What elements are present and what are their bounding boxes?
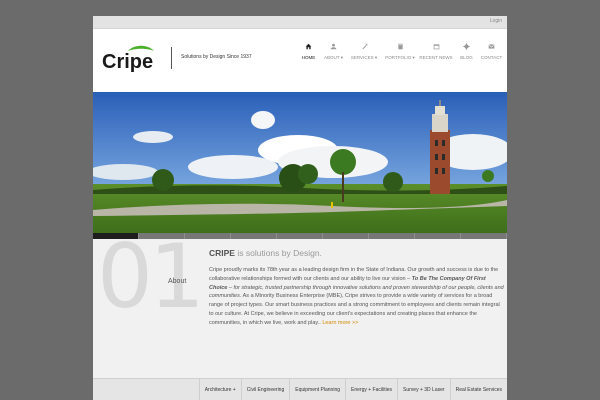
- about-title: CRIPE is solutions by Design.: [209, 248, 322, 258]
- service-survey-laser[interactable]: Survey + 3D Laser: [397, 379, 450, 400]
- about-title-rest: is solutions by Design.: [234, 248, 322, 258]
- nav-about-label: ABOUT: [324, 55, 340, 60]
- book-icon: [383, 43, 417, 52]
- hero-panorama-image: [93, 92, 507, 233]
- gear-icon: [455, 43, 478, 52]
- cripe-logo-mark: Cripe: [102, 45, 154, 73]
- learn-more-link[interactable]: Learn more >>: [322, 320, 358, 326]
- tools-icon: [347, 43, 381, 52]
- nav-recent-news-label: RECENT NEWS: [419, 55, 453, 60]
- page-container: Login Cripe Solutions by Design Since 19…: [93, 16, 507, 400]
- service-architecture[interactable]: Architecture +: [198, 379, 241, 400]
- chevron-down-icon: ▾: [411, 55, 415, 60]
- service-energy-facilities[interactable]: Energy + Facilities: [345, 379, 397, 400]
- mail-icon: [480, 43, 503, 52]
- nav-portfolio-label: PORTFOLIO: [385, 55, 412, 60]
- nav-home[interactable]: HOME: [297, 43, 320, 61]
- nav-about[interactable]: ABOUT ▾: [322, 43, 345, 61]
- nav-contact[interactable]: CONTACT: [480, 43, 503, 61]
- nav-home-label: HOME: [301, 55, 316, 60]
- service-civil-engineering[interactable]: Civil Engineering: [240, 379, 290, 400]
- cripe-logo[interactable]: Cripe: [102, 43, 162, 75]
- login-link[interactable]: Login: [490, 18, 502, 24]
- logo-text: Cripe: [102, 51, 153, 73]
- services-list: Architecture + Civil Engineering Equipme…: [198, 379, 507, 400]
- services-bar: Architecture + Civil Engineering Equipme…: [93, 378, 507, 400]
- about-section: 01 About CRIPE is solutions by Design. C…: [93, 233, 507, 379]
- service-real-estate[interactable]: Real Estate Services: [449, 379, 507, 400]
- about-body: Cripe proudly marks its 78th year as a l…: [209, 266, 504, 328]
- service-equipment-planning[interactable]: Equipment Planning: [289, 379, 345, 400]
- calendar-icon: [419, 43, 453, 52]
- header-divider: [171, 47, 172, 69]
- site-header: Cripe Solutions by Design Since 1937 HOM…: [93, 29, 507, 92]
- nav-portfolio[interactable]: PORTFOLIO ▾: [383, 43, 417, 61]
- home-icon: [297, 43, 320, 52]
- nav-blog[interactable]: BLOG: [455, 43, 478, 61]
- nav-blog-label: BLOG: [460, 55, 473, 60]
- about-title-brand: CRIPE: [209, 248, 235, 258]
- section-label: About: [168, 278, 187, 285]
- nav-services-label: SERVICES: [350, 55, 374, 60]
- person-icon: [322, 43, 345, 52]
- section-number: 01: [97, 225, 205, 328]
- chevron-down-icon: ▾: [339, 55, 343, 60]
- main-nav: HOME ABOUT ▾ SERVICES ▾ PORTFOLIO ▾ RECE…: [295, 43, 503, 61]
- nav-contact-label: CONTACT: [480, 55, 503, 60]
- chevron-down-icon: ▾: [373, 55, 378, 60]
- nav-services[interactable]: SERVICES ▾: [347, 43, 381, 61]
- nav-recent-news[interactable]: RECENT NEWS: [419, 43, 453, 61]
- tagline: Solutions by Design Since 1937: [181, 54, 252, 60]
- top-bar: Login: [93, 16, 507, 29]
